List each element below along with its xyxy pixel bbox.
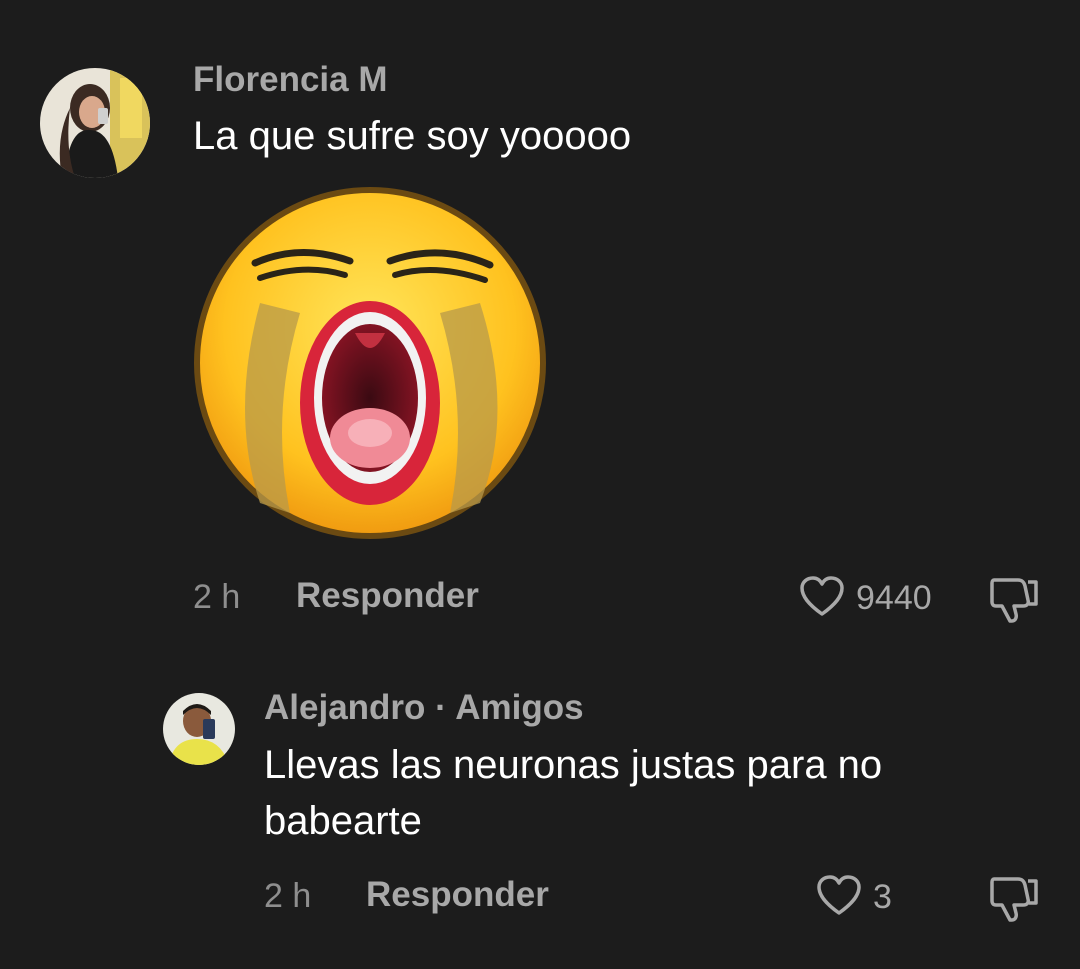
comment-username[interactable]: Florencia M [193, 60, 387, 100]
heart-outline-icon [815, 873, 863, 922]
like-count: 9440 [856, 579, 932, 617]
crying-face-sticker [190, 183, 550, 543]
friend-badge: Amigos [455, 688, 584, 727]
dislike-button[interactable] [988, 873, 1040, 928]
comment-timestamp: 2 h [193, 578, 241, 616]
comment-text-line-1: Llevas las neuronas justas para no [264, 743, 883, 787]
thumbs-down-icon [988, 578, 1040, 628]
comment-username[interactable]: Alejandro · Amigos [264, 688, 584, 728]
like-button[interactable]: 3 [815, 873, 892, 922]
username-label[interactable]: Alejandro [264, 688, 425, 727]
heart-outline-icon [798, 574, 846, 623]
avatar[interactable] [40, 68, 150, 178]
comment-text: La que sufre soy yooooo [193, 114, 632, 158]
username-label[interactable]: Florencia M [193, 60, 387, 99]
like-button[interactable]: 9440 [798, 574, 932, 623]
reply-button[interactable]: Responder [366, 875, 549, 915]
thumbs-down-icon [988, 877, 1040, 927]
comment-text-line-2: babearte [264, 799, 422, 843]
comment-timestamp: 2 h [264, 877, 312, 915]
dislike-button[interactable] [988, 574, 1040, 629]
like-count: 3 [873, 878, 892, 916]
reply-button[interactable]: Responder [296, 576, 479, 616]
avatar[interactable] [163, 693, 235, 765]
username-separator: · [435, 688, 447, 727]
